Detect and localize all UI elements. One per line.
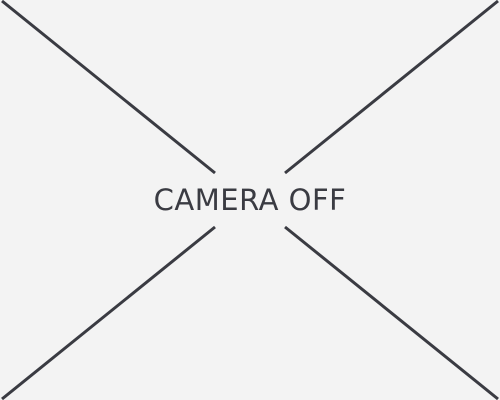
- camera-off-label: CAMERA OFF: [153, 182, 347, 217]
- camera-off-placeholder: CAMERA OFF: [0, 0, 500, 400]
